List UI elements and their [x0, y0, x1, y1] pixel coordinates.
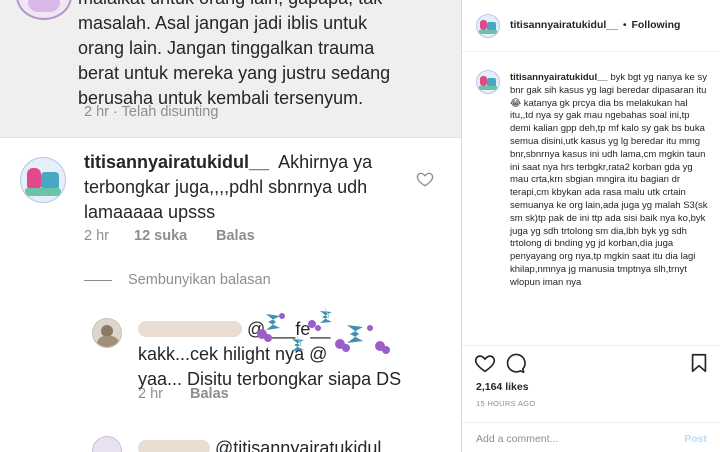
caption-text: byk bgt yg nanya ke sy bnr gak sih kasus… [510, 72, 708, 288]
like-heart-icon[interactable] [416, 170, 434, 188]
blurred-username [138, 321, 242, 337]
avatar[interactable] [16, 0, 72, 20]
post-timestamp: 15 HOURS AGO [476, 399, 536, 408]
divider [462, 345, 720, 346]
comments-zoom-panel: malaikat untuk orang lain, gapapa, tak m… [0, 0, 461, 452]
edited-label: Telah disunting [121, 104, 219, 120]
post-button[interactable]: Post [684, 433, 707, 445]
bookmark-icon[interactable] [688, 352, 710, 374]
post-header: titisannyairatukidul__ • Following [462, 0, 720, 52]
mention-link[interactable]: @titisannyairatukidul__ [215, 438, 401, 452]
hide-replies-button[interactable]: Sembunyikan balasan [84, 272, 271, 288]
comment-time: 2 hr [84, 104, 109, 120]
add-comment-input[interactable]: Add a comment... [476, 433, 558, 445]
post-header-text: titisannyairatukidul__ • Following [510, 19, 681, 31]
divider [0, 137, 461, 138]
reply-avatar[interactable] [92, 436, 122, 452]
heart-icon[interactable] [474, 352, 496, 374]
previous-comment-block: malaikat untuk orang lain, gapapa, tak m… [0, 0, 461, 137]
previous-comment-text: malaikat untuk orang lain, gapapa, tak m… [78, 0, 391, 108]
reply-text: @titisannyairatukidul__ [138, 436, 438, 452]
comment-text: titisannyairatukidul__ Akhirnya ya terbo… [84, 150, 404, 225]
post-caption: titisannyairatukidul__ byk bgt yg nanya … [510, 72, 710, 290]
comment-icon[interactable] [504, 352, 526, 374]
reply-avatar[interactable] [92, 318, 122, 348]
reply-button[interactable]: Balas [190, 386, 229, 402]
comment-likes-count[interactable]: 12 suka [134, 228, 187, 244]
add-comment-bar: Add a comment... Post [462, 422, 720, 452]
avatar[interactable] [476, 70, 500, 94]
flower-sticker-icon [257, 306, 390, 354]
previous-comment-meta: 2 hr · Telah disunting [84, 104, 219, 120]
post-sidebar: titisannyairatukidul__ • Following titis… [461, 0, 720, 452]
blurred-username [138, 440, 210, 452]
avatar[interactable] [476, 14, 500, 38]
reply-button[interactable]: Balas [216, 228, 255, 244]
likes-count[interactable]: 2,164 likes [476, 381, 529, 393]
following-button[interactable]: Following [631, 19, 680, 31]
divider [84, 279, 112, 281]
header-username[interactable]: titisannyairatukidul__ [510, 19, 618, 31]
comment-time: 2 hr [84, 228, 109, 244]
comment-avatar[interactable] [20, 157, 66, 203]
reply-time: 2 hr [138, 386, 163, 402]
caption-username[interactable]: titisannyairatukidul__ [510, 72, 608, 83]
comment-username[interactable]: titisannyairatukidul__ [84, 152, 269, 172]
